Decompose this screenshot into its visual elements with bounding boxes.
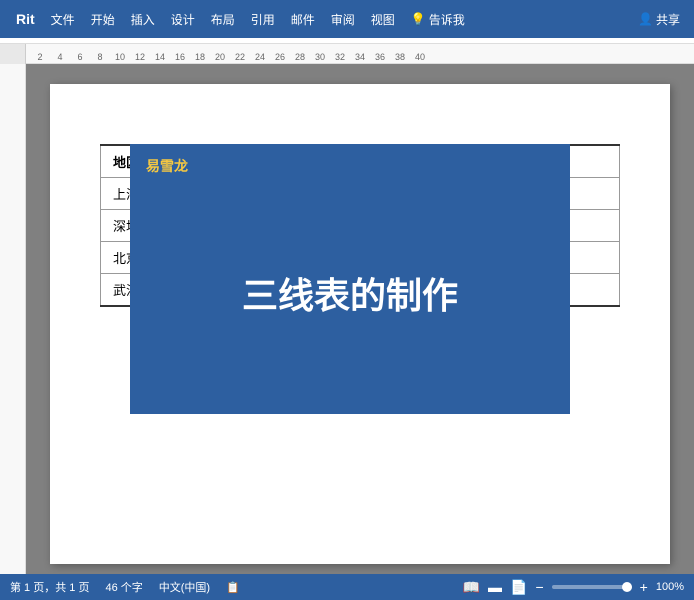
menu-view[interactable]: 视图 xyxy=(363,7,403,32)
ruler-tick: 20 xyxy=(210,53,230,63)
menu-design[interactable]: 设计 xyxy=(163,7,203,32)
menu-share[interactable]: 👤共享 xyxy=(632,7,686,32)
lightbulb-icon: 💡 xyxy=(411,12,426,26)
ruler-tick: 16 xyxy=(170,53,190,63)
ruler-tick: 34 xyxy=(350,53,370,63)
ruler-tick: 2 xyxy=(30,53,50,63)
app-title: Rit xyxy=(8,11,43,27)
ruler-tick: 40 xyxy=(410,53,430,63)
ruler-tick: 22 xyxy=(230,53,250,63)
ruler-tick: 10 xyxy=(110,53,130,63)
menu-home[interactable]: 开始 xyxy=(83,7,123,32)
status-lang: 中文(中国) xyxy=(159,579,210,595)
ruler-tick: 28 xyxy=(290,53,310,63)
ruler-tick: 8 xyxy=(90,53,110,63)
menu-help[interactable]: 💡告诉我 xyxy=(403,7,473,32)
content-area: 地区6月 上海2520深圳3200北京1650武汉1100 易雪龙 三线表的制作 xyxy=(0,64,694,574)
view-read-icon[interactable]: 📖 xyxy=(463,579,480,596)
document-page: 地区6月 上海2520深圳3200北京1650武汉1100 易雪龙 三线表的制作 xyxy=(50,84,670,564)
ruler-ticks: 246810121416182022242628303234363840 xyxy=(26,44,694,63)
overlay-popup: 易雪龙 三线表的制作 xyxy=(130,144,570,414)
status-words: 46 个字 xyxy=(105,579,142,595)
ruler-tick: 18 xyxy=(190,53,210,63)
ruler-tick: 38 xyxy=(390,53,410,63)
menu-bar: Rit 文件 开始 插入 设计 布局 引用 邮件 审阅 视图 💡告诉我 👤共享 xyxy=(0,0,694,38)
horizontal-ruler: 246810121416182022242628303234363840 xyxy=(26,44,694,63)
status-lang-icon: 📋 xyxy=(226,581,240,594)
ruler-tick: 36 xyxy=(370,53,390,63)
popup-author: 易雪龙 xyxy=(146,156,554,176)
menu-reference[interactable]: 引用 xyxy=(243,7,283,32)
status-bar: 第 1 页，共 1 页 46 个字 中文(中国) 📋 📖 ▬ 📄 − + 100… xyxy=(0,574,694,600)
menu-review[interactable]: 审阅 xyxy=(323,7,363,32)
ruler-tick: 32 xyxy=(330,53,350,63)
zoom-thumb xyxy=(622,582,632,592)
menu-file[interactable]: 文件 xyxy=(43,7,83,32)
status-page: 第 1 页，共 1 页 xyxy=(10,579,89,595)
document-area[interactable]: 地区6月 上海2520深圳3200北京1650武汉1100 易雪龙 三线表的制作 xyxy=(26,64,694,574)
ruler-tick: 4 xyxy=(50,53,70,63)
vertical-ruler xyxy=(0,64,26,574)
ruler-tick: 6 xyxy=(70,53,90,63)
menu-mail[interactable]: 邮件 xyxy=(283,7,323,32)
view-web-icon[interactable]: 📄 xyxy=(510,579,527,596)
status-right: 📖 ▬ 📄 − + 100% xyxy=(463,579,684,596)
popup-title: 三线表的制作 xyxy=(146,184,554,402)
menu-items: 文件 开始 插入 设计 布局 引用 邮件 审阅 视图 💡告诉我 xyxy=(43,7,632,32)
view-print-icon[interactable]: ▬ xyxy=(488,579,502,595)
menu-layout[interactable]: 布局 xyxy=(203,7,243,32)
share-icon: 👤 xyxy=(638,12,653,26)
ruler-tick: 24 xyxy=(250,53,270,63)
zoom-in-icon[interactable]: + xyxy=(640,579,648,595)
zoom-out-icon[interactable]: − xyxy=(535,579,543,595)
zoom-slider[interactable] xyxy=(552,585,632,589)
ruler-tick: 14 xyxy=(150,53,170,63)
ruler-tick: 12 xyxy=(130,53,150,63)
menu-right-actions: 👤共享 xyxy=(632,7,686,32)
zoom-level: 100% xyxy=(656,581,684,593)
ruler-corner xyxy=(0,44,26,64)
ruler-tick: 30 xyxy=(310,53,330,63)
menu-insert[interactable]: 插入 xyxy=(123,7,163,32)
ruler-container: 246810121416182022242628303234363840 xyxy=(0,44,694,64)
ruler-tick: 26 xyxy=(270,53,290,63)
